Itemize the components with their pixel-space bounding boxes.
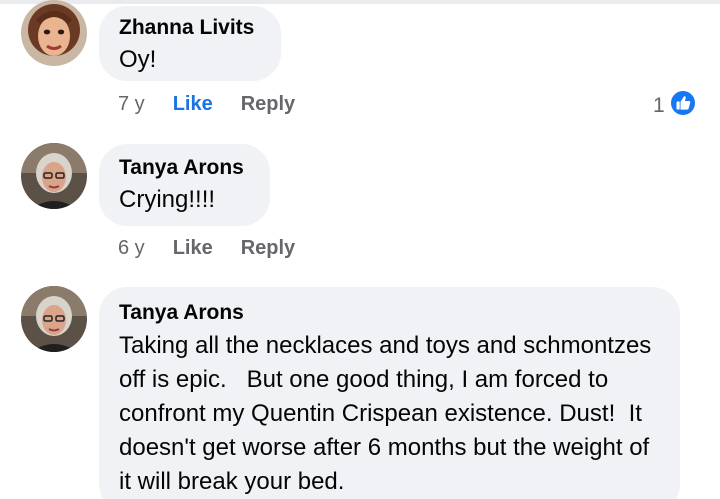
comment-actions: 7 y Like Reply <box>118 89 295 119</box>
avatar[interactable] <box>21 286 87 352</box>
comment-bubble: Tanya Arons Crying!!!! <box>99 144 270 226</box>
avatar[interactable] <box>21 0 87 66</box>
comment-timestamp[interactable]: 7 y <box>118 93 145 116</box>
comment-bubble: Tanya Arons Taking all the necklaces and… <box>99 287 680 499</box>
comment-author[interactable]: Tanya Arons <box>119 299 660 327</box>
comment-text: Taking all the necklaces and toys and sc… <box>119 332 658 495</box>
comment-bubble: Zhanna Livits Oy! <box>99 6 281 81</box>
comment-thread: Zhanna Livits Oy! 7 y Like Reply 1 Tanya… <box>0 0 720 499</box>
reply-button[interactable]: Reply <box>241 93 295 116</box>
divider <box>0 0 720 4</box>
reaction-summary[interactable]: 1 <box>653 89 697 123</box>
thumbs-up-icon <box>668 89 697 123</box>
comment-text: Crying!!!! <box>119 186 216 213</box>
comment-actions: 6 y Like Reply <box>118 233 295 263</box>
comment-timestamp[interactable]: 6 y <box>118 237 145 260</box>
like-button[interactable]: Like <box>173 237 213 260</box>
like-button[interactable]: Like <box>173 93 213 116</box>
reply-button[interactable]: Reply <box>241 237 295 260</box>
comment-text: Oy! <box>119 46 157 73</box>
comment-author[interactable]: Tanya Arons <box>119 154 250 182</box>
reaction-count: 1 <box>653 94 665 117</box>
comment-author[interactable]: Zhanna Livits <box>119 14 261 42</box>
avatar[interactable] <box>21 143 87 209</box>
